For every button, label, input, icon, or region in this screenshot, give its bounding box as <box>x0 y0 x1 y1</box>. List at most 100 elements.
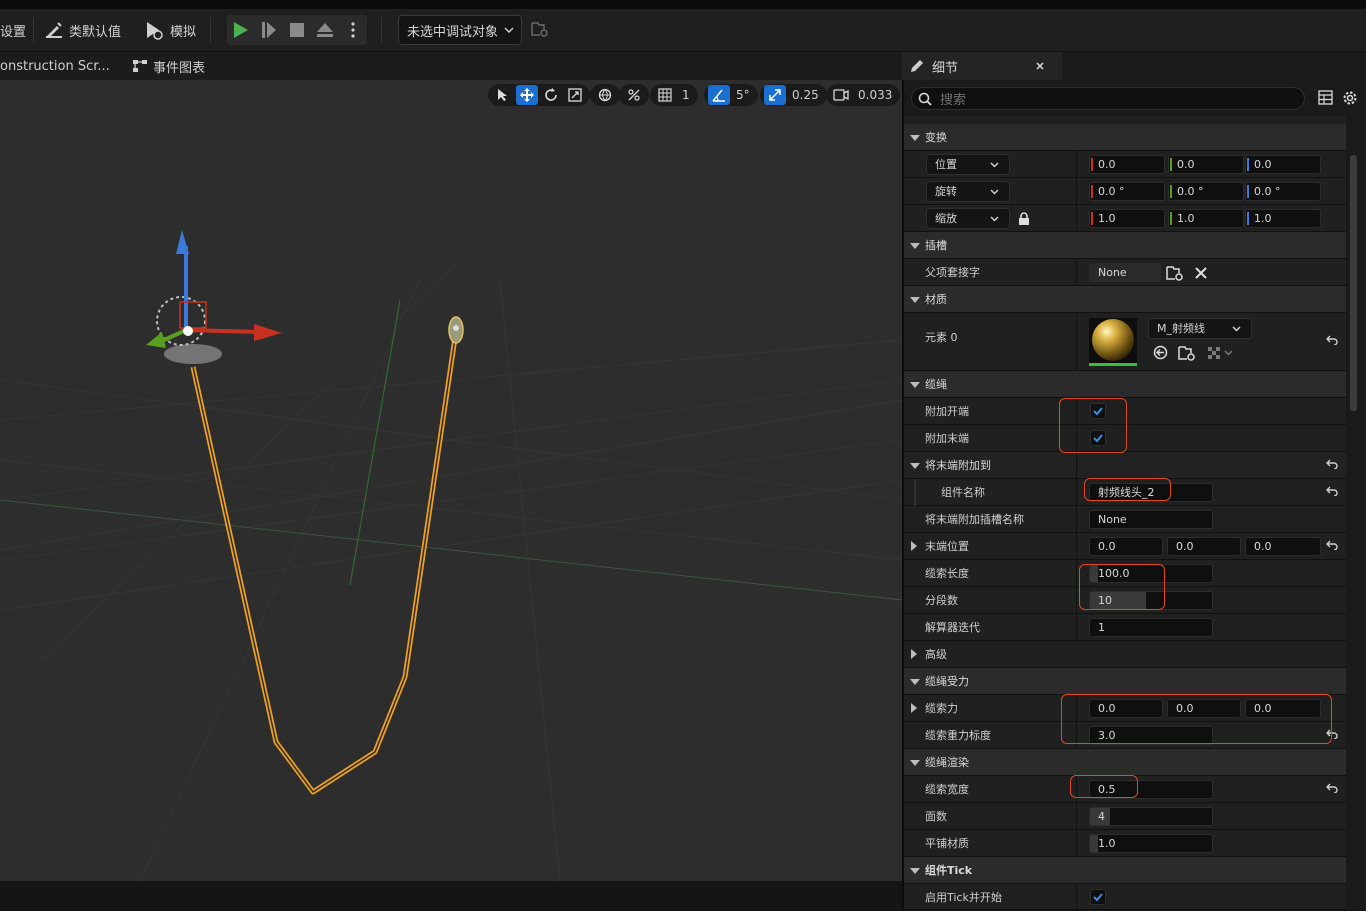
world-local-button[interactable] <box>594 85 616 105</box>
surface-snap-button[interactable] <box>623 85 645 105</box>
end-location-y-field[interactable]: 0.0 <box>1167 537 1241 556</box>
eject-button[interactable] <box>311 15 339 45</box>
viewport[interactable] <box>0 80 902 881</box>
play-button[interactable] <box>227 15 255 45</box>
stop-icon <box>290 23 304 37</box>
caret-down-icon <box>910 868 920 874</box>
texture-options-icon[interactable] <box>1208 347 1234 359</box>
camera-speed-button[interactable] <box>830 85 852 105</box>
location-z-field[interactable]: 0.0 <box>1245 155 1321 174</box>
end-location-z-field[interactable]: 0.0 <box>1245 537 1321 556</box>
close-icon[interactable] <box>1036 62 1044 70</box>
group-attach-end-to[interactable]: 将末端附加到 <box>904 452 1346 479</box>
category-cable-rendering[interactable]: 缆绳渲染 <box>904 749 1346 776</box>
category-label: 变换 <box>925 131 947 144</box>
start-with-tick-checkbox[interactable] <box>1090 889 1106 905</box>
location-y-field[interactable]: 0.0 <box>1168 155 1244 174</box>
viewport-angle-snap: 5° <box>704 84 758 106</box>
settings-button[interactable]: 设置 <box>0 15 26 45</box>
scale-mode-button[interactable] <box>564 85 586 105</box>
category-material[interactable]: 材质 <box>904 286 1346 313</box>
scale-y-field[interactable]: 1.0 <box>1168 209 1244 228</box>
category-socket[interactable]: 插槽 <box>904 232 1346 259</box>
parent-socket-field[interactable]: None <box>1089 263 1161 282</box>
simulate-button[interactable]: 模拟 <box>144 15 196 45</box>
browse-icon[interactable] <box>1178 345 1196 361</box>
num-sides-slider[interactable]: 4 <box>1089 807 1213 826</box>
reset-to-default-icon[interactable] <box>1326 540 1338 550</box>
reset-to-default-icon[interactable] <box>1326 486 1338 496</box>
use-selected-icon[interactable] <box>1153 345 1168 360</box>
step-button[interactable] <box>255 15 283 45</box>
scale-snap-icon <box>768 88 782 102</box>
caret-down-icon <box>910 243 920 249</box>
grid-snap-button[interactable] <box>654 85 676 105</box>
end-socket-field[interactable]: None <box>1089 510 1213 529</box>
clear-icon[interactable] <box>1195 267 1207 279</box>
location-x-field[interactable]: 0.0 <box>1089 155 1165 174</box>
scale-x-field[interactable]: 1.0 <box>1089 209 1165 228</box>
select-mode-button[interactable] <box>492 85 514 105</box>
play-options-button[interactable] <box>339 15 367 45</box>
tab-construction-script[interactable]: onstruction Scr... <box>0 52 110 80</box>
reset-to-default-icon[interactable] <box>1326 459 1338 469</box>
scale-mode-dropdown[interactable]: 缩放 <box>926 208 1010 229</box>
stop-button[interactable] <box>283 15 311 45</box>
class-defaults-button[interactable]: 类默认值 <box>45 15 121 45</box>
category-cable-forces[interactable]: 缆绳受力 <box>904 668 1346 695</box>
group-advanced[interactable]: 高级 <box>904 641 1346 668</box>
camera-icon <box>833 89 849 101</box>
column-separator <box>1076 533 1077 560</box>
column-separator <box>1076 506 1077 533</box>
check-icon <box>1093 893 1103 902</box>
rotation-y-field[interactable]: 0.0 ° <box>1168 182 1244 201</box>
cursor-icon <box>497 88 509 102</box>
viewport-scale-snap: 0.25 <box>760 84 827 106</box>
tab-event-graph[interactable]: 事件图表 <box>133 52 205 80</box>
tab-details[interactable]: 细节 <box>902 52 1062 80</box>
details-scrollbar[interactable] <box>1350 155 1357 411</box>
caret-right-icon[interactable] <box>911 541 917 551</box>
reset-to-default-icon[interactable] <box>1326 783 1338 793</box>
debug-object-dropdown[interactable]: 未选中调试对象 <box>398 15 522 45</box>
property-num-sides: 面数 4 <box>904 803 1346 830</box>
reset-to-default-icon[interactable] <box>1326 335 1338 345</box>
property-end-location: 末端位置 0.0 0.0 0.0 <box>904 533 1346 560</box>
tile-material-slider[interactable]: 1.0 <box>1089 834 1213 853</box>
browse-debug-button[interactable] <box>531 21 549 37</box>
translate-mode-button[interactable] <box>516 85 538 105</box>
search-placeholder: 搜索 <box>940 93 967 108</box>
grid-snap-value[interactable]: 1 <box>678 88 694 102</box>
camera-speed-value[interactable]: 0.033 <box>854 88 896 102</box>
category-component-tick[interactable]: 组件Tick <box>904 857 1346 884</box>
end-location-x-field[interactable]: 0.0 <box>1089 537 1163 556</box>
category-cable[interactable]: 缆绳 <box>904 371 1346 398</box>
folder-search-icon[interactable] <box>1166 265 1184 281</box>
location-mode-dropdown[interactable]: 位置 <box>926 154 1010 175</box>
category-label: 缆绳渲染 <box>925 756 969 769</box>
tab-event-graph-label: 事件图表 <box>153 60 206 76</box>
material-asset-dropdown[interactable]: M_射频线 <box>1148 318 1252 339</box>
material-thumbnail[interactable] <box>1089 318 1137 366</box>
simulate-label: 模拟 <box>170 24 197 40</box>
caret-right-icon[interactable] <box>911 703 917 713</box>
details-settings-button[interactable] <box>1342 90 1358 106</box>
angle-snap-value[interactable]: 5° <box>732 88 754 102</box>
material-sphere-icon <box>1092 319 1134 361</box>
rotation-mode-dropdown[interactable]: 旋转 <box>926 181 1010 202</box>
category-label: 材质 <box>925 293 947 306</box>
lock-icon[interactable] <box>1018 212 1030 225</box>
details-search[interactable]: 搜索 <box>911 87 1305 110</box>
highlight-box-attach <box>1059 398 1127 453</box>
rotate-mode-button[interactable] <box>540 85 562 105</box>
rotation-x-field[interactable]: 0.0 ° <box>1089 182 1165 201</box>
category-label: 缆绳受力 <box>925 675 969 688</box>
scale-z-field[interactable]: 1.0 <box>1245 209 1321 228</box>
solver-iterations-field[interactable]: 1 <box>1089 618 1213 637</box>
scale-snap-value[interactable]: 0.25 <box>788 88 823 102</box>
angle-snap-button[interactable] <box>708 85 730 105</box>
category-transform[interactable]: 变换 <box>904 124 1346 151</box>
rotation-z-field[interactable]: 0.0 ° <box>1245 182 1321 201</box>
property-matrix-button[interactable] <box>1318 90 1333 105</box>
scale-snap-button[interactable] <box>764 85 786 105</box>
